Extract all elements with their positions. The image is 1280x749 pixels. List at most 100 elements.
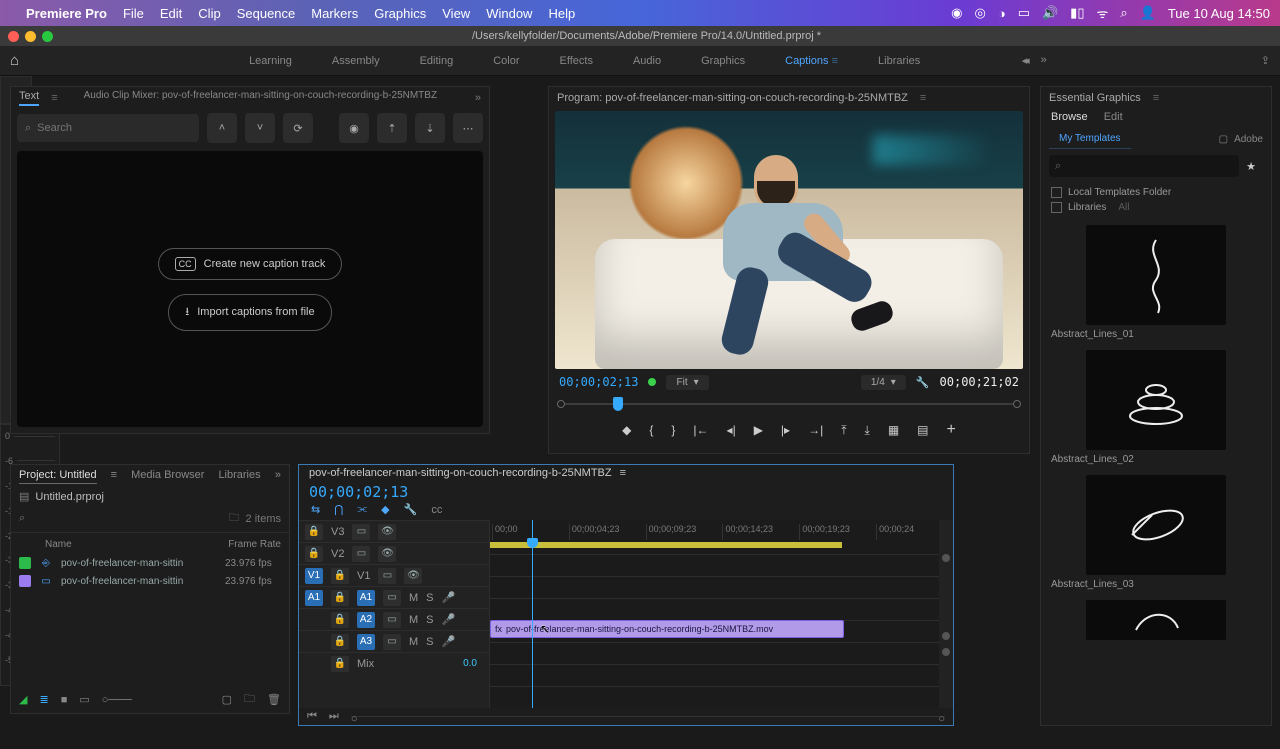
menu-window[interactable]: Window <box>486 6 532 21</box>
project-item-1-label[interactable] <box>19 557 31 569</box>
new-bin-footer-button[interactable]: 🗀 <box>244 690 255 709</box>
ws-effects[interactable]: Effects <box>540 55 613 67</box>
eg-my-templates-tab[interactable]: My Templates <box>1049 129 1131 149</box>
menu-clip[interactable]: Clip <box>198 6 220 21</box>
program-zoom-select[interactable]: Fit ▾ <box>666 375 708 390</box>
timeline-panel-menu-icon[interactable]: ≡ <box>620 467 626 479</box>
traffic-zoom[interactable] <box>42 31 53 42</box>
menu-view[interactable]: View <box>442 6 470 21</box>
track-header-v3[interactable]: 🔒 V3 ▭ 👁 <box>299 520 489 542</box>
status-spotlight-icon[interactable]: ⌕ <box>1120 5 1127 21</box>
a2-output-toggle[interactable]: ▭ <box>383 612 401 628</box>
caption-next-button[interactable]: ˅ <box>245 113 275 143</box>
menu-help[interactable]: Help <box>548 6 575 21</box>
project-col-name[interactable]: Name <box>45 539 228 550</box>
a3-target[interactable]: A3 <box>357 634 375 650</box>
media-browser-tab[interactable]: Media Browser <box>131 469 204 484</box>
eg-search-input[interactable]: ⌕ <box>1049 155 1239 177</box>
ws-overflow-button[interactable]: » <box>1041 54 1047 67</box>
status-battery-icon[interactable]: ▮▯ <box>1070 5 1084 21</box>
a1-output-toggle[interactable]: ▭ <box>383 590 401 606</box>
step-back-button[interactable]: ◂| <box>727 423 736 437</box>
menu-markers[interactable]: Markers <box>311 6 358 21</box>
project-item-2-label[interactable] <box>19 575 31 587</box>
ws-libraries[interactable]: Libraries <box>858 55 940 67</box>
program-scrubber[interactable] <box>557 395 1021 413</box>
export-frame-button[interactable]: ▦ <box>888 423 899 437</box>
go-to-in-button[interactable]: |← <box>693 423 708 437</box>
v2-visibility-toggle[interactable]: 👁 <box>378 546 396 562</box>
caption-down-button[interactable]: ⇣ <box>415 113 445 143</box>
v2-output-toggle[interactable]: ▭ <box>352 546 370 562</box>
v1-visibility-toggle[interactable]: 👁 <box>404 568 422 584</box>
eg-adobe-tab[interactable]: ▢Adobe <box>1219 134 1263 145</box>
eg-panel-menu-icon[interactable]: ≡ <box>1153 92 1159 104</box>
status-sync-icon[interactable]: ◑ <box>998 6 1006 21</box>
ws-editing[interactable]: Editing <box>400 55 474 67</box>
v1-output-toggle[interactable]: ▭ <box>378 568 396 584</box>
a2-target[interactable]: A2 <box>357 612 375 628</box>
timeline-current-tc[interactable]: 00;00;02;13 <box>299 481 953 503</box>
ws-graphics[interactable]: Graphics <box>681 55 765 67</box>
track-header-a1[interactable]: A1 🔒 A1 ▭ M S 🎤 <box>299 586 489 608</box>
project-col-rate[interactable]: Frame Rate <box>228 539 281 550</box>
eg-template-thumb-4[interactable] <box>1086 600 1226 640</box>
eg-template-thumb-1[interactable] <box>1086 225 1226 325</box>
eg-template-thumb-3[interactable] <box>1086 475 1226 575</box>
tl-snap-icon[interactable]: ⋂ <box>334 503 343 516</box>
caption-record-button[interactable]: ◉ <box>339 113 369 143</box>
eg-tab-browse[interactable]: Browse <box>1051 111 1088 123</box>
zoom-slider[interactable]: ○─── <box>102 694 132 706</box>
project-tab-menu-icon[interactable]: ≡ <box>111 469 117 484</box>
program-current-tc[interactable]: 00;00;02;13 <box>559 375 638 389</box>
eg-favorite-button[interactable]: ★ <box>1239 160 1263 173</box>
status-volume-icon[interactable]: 🔊 <box>1042 5 1058 21</box>
menu-file[interactable]: File <box>123 6 144 21</box>
track-header-v2[interactable]: 🔒 V2 ▭ 👁 <box>299 542 489 564</box>
step-forward-button[interactable]: |▸ <box>781 423 790 437</box>
menu-sequence[interactable]: Sequence <box>237 6 296 21</box>
home-button[interactable]: ⌂ <box>10 52 19 69</box>
tl-nudge-icon[interactable]: ⇆ <box>311 503 320 516</box>
a3-lock-toggle[interactable]: 🔒 <box>331 634 349 650</box>
text-panel-overflow[interactable]: » <box>475 92 481 104</box>
a1-source-patch[interactable]: A1 <box>305 590 323 606</box>
tl-jump-next-icon[interactable]: ⏭ <box>329 710 339 723</box>
eg-libraries-checkbox[interactable]: Libraries All <box>1041 200 1271 215</box>
create-caption-track-button[interactable]: CC Create new caption track <box>158 248 343 280</box>
v3-visibility-toggle[interactable]: 👁 <box>378 524 396 540</box>
eg-tab-edit[interactable]: Edit <box>1104 111 1123 123</box>
new-item-button[interactable]: ▢ <box>222 693 232 706</box>
a1-solo-toggle[interactable]: S <box>426 592 433 604</box>
status-user-icon[interactable]: 👤 <box>1140 5 1156 21</box>
mark-out-button[interactable]: } <box>671 423 675 437</box>
project-overflow[interactable]: » <box>275 469 281 484</box>
program-resolution-select[interactable]: 1/4 ▾ <box>861 375 906 390</box>
a2-mute-toggle[interactable]: M <box>409 614 418 626</box>
caption-up-button[interactable]: ⇡ <box>377 113 407 143</box>
menu-edit[interactable]: Edit <box>160 6 182 21</box>
caption-prev-button[interactable]: ˄ <box>207 113 237 143</box>
project-item-1[interactable]: ⎆ pov-of-freelancer-man-sittin 23.976 fp… <box>11 554 289 572</box>
freeform-view-button[interactable]: ▭ <box>79 693 89 706</box>
caption-search-input[interactable] <box>37 122 191 134</box>
mark-in-button[interactable]: { <box>649 423 653 437</box>
status-wifi-icon[interactable]: ᯤ <box>1096 4 1108 22</box>
timeline-ruler[interactable]: 00;00 00;00;04;23 00;00;09;23 00;00;14;2… <box>490 520 953 540</box>
track-header-v1[interactable]: V1 🔒 V1 ▭ 👁 <box>299 564 489 586</box>
v2-lock-toggle[interactable]: 🔒 <box>305 546 323 562</box>
program-panel-menu-icon[interactable]: ≡ <box>920 92 926 104</box>
share-button[interactable]: ⇪ <box>1261 54 1270 67</box>
ws-assembly[interactable]: Assembly <box>312 55 400 67</box>
ws-captions-menu-icon[interactable]: ≡ <box>832 55 838 67</box>
v3-output-toggle[interactable]: ▭ <box>352 524 370 540</box>
a2-voice-toggle[interactable]: 🎤 <box>442 613 456 626</box>
icon-view-button[interactable]: ■ <box>61 694 68 706</box>
extract-button[interactable]: ⤓ <box>865 423 870 438</box>
ws-collapse-icon[interactable]: ◂◂ <box>1022 54 1027 67</box>
traffic-minimize[interactable] <box>25 31 36 42</box>
a1-mute-toggle[interactable]: M <box>409 592 418 604</box>
project-item-2[interactable]: ▭ pov-of-freelancer-man-sittin 23.976 fp… <box>11 572 289 590</box>
tl-marker-icon[interactable]: ◆ <box>381 503 389 516</box>
go-to-out-button[interactable]: →| <box>808 423 823 437</box>
